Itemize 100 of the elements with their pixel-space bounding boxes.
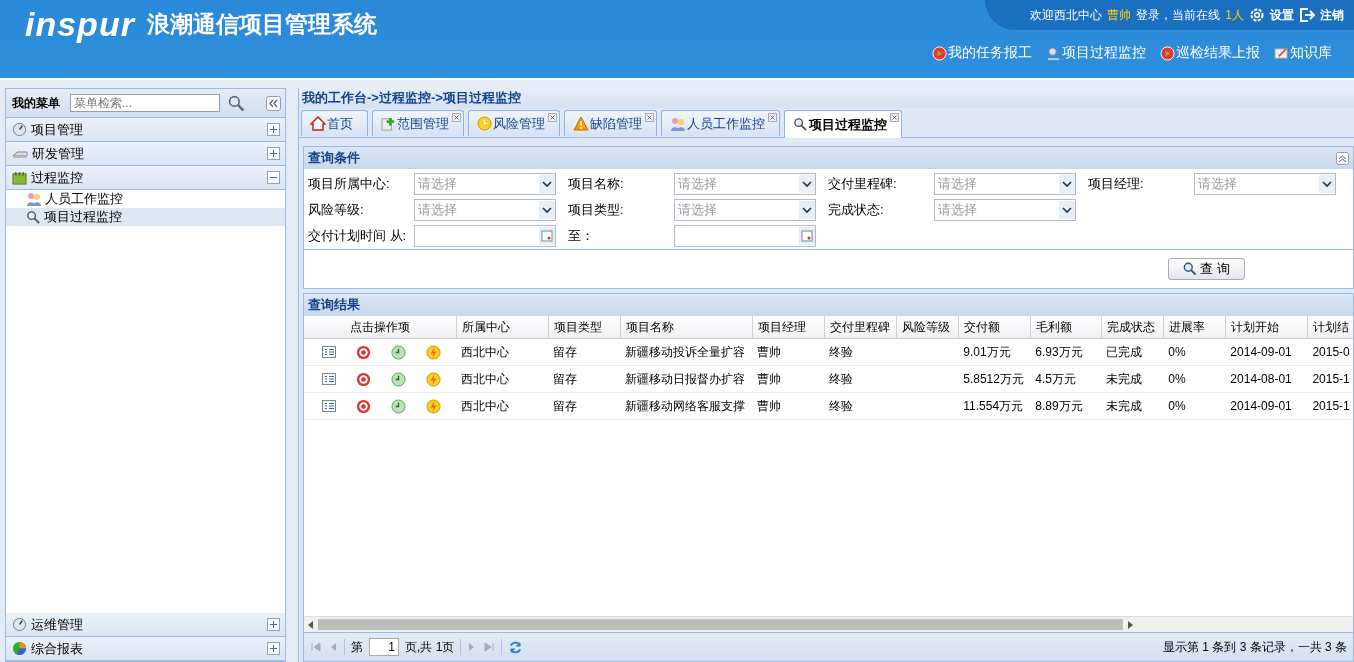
tab[interactable]: 项目过程监控	[784, 110, 902, 138]
close-icon[interactable]	[645, 113, 654, 122]
menu-group-header[interactable]: 过程监控	[6, 166, 285, 190]
clock-icon[interactable]	[391, 371, 406, 387]
table-cell: 曹帅	[757, 371, 782, 386]
table-cell: 终验	[829, 371, 854, 386]
minus-icon[interactable]	[267, 171, 280, 184]
column-header: 所属中心	[456, 316, 549, 339]
tab[interactable]: 人员工作监控	[661, 110, 780, 136]
field-label: 项目所属中心:	[308, 175, 391, 193]
target-icon[interactable]	[356, 371, 371, 387]
menu-item[interactable]: 人员工作监控	[6, 190, 285, 208]
collapse-icon[interactable]	[266, 95, 281, 111]
horizontal-scrollbar[interactable]	[304, 616, 1353, 632]
panel-title: 查询结果	[308, 296, 360, 314]
refresh-icon[interactable]	[508, 639, 524, 655]
list-icon[interactable]	[322, 373, 336, 385]
query-button[interactable]: 查 询	[1168, 258, 1245, 280]
column-header: 完成状态	[1101, 316, 1164, 339]
table-cell: 2014-09-01	[1230, 345, 1292, 359]
field-label: 项目名称:	[568, 175, 625, 193]
sidebar-title: 我的菜单	[12, 94, 60, 112]
menu-group-header[interactable]: 研发管理	[6, 142, 285, 166]
nav-link[interactable]: 巡检结果上报	[1160, 44, 1260, 62]
lightning-icon[interactable]	[426, 371, 441, 387]
lightning-icon[interactable]	[426, 344, 441, 360]
field-label: 项目经理:	[1088, 175, 1145, 193]
nav-link[interactable]: 知识库	[1274, 44, 1332, 62]
logout-icon[interactable]	[1299, 7, 1315, 23]
table-cell: 终验	[829, 344, 854, 359]
clock-icon	[477, 116, 492, 131]
clock-icon[interactable]	[391, 398, 406, 414]
gauge-icon	[12, 122, 27, 137]
list-icon[interactable]	[322, 400, 336, 412]
logout-link[interactable]: 注销	[1320, 6, 1344, 24]
table-cell: 新疆移动日报督办扩容	[625, 371, 746, 386]
date-field[interactable]	[414, 225, 556, 247]
tab[interactable]: 首页	[301, 110, 368, 136]
field-label: 风险等级:	[308, 201, 365, 219]
warning-icon	[573, 116, 589, 131]
table-cell: 西北中心	[461, 344, 510, 359]
settings-link[interactable]: 设置	[1270, 6, 1294, 24]
plus-icon	[381, 116, 396, 131]
menu-item[interactable]: 项目过程监控	[6, 208, 285, 226]
breadcrumb: 我的工作台->过程监控->项目过程监控	[299, 88, 1354, 108]
pie-chart-icon	[12, 641, 27, 656]
login-text: 登录，当前在线	[1136, 6, 1221, 24]
device-icon	[12, 148, 28, 159]
column-header: 计划结	[1307, 316, 1353, 339]
menu-group-header[interactable]: 综合报表	[6, 637, 285, 661]
close-icon[interactable]	[452, 113, 461, 122]
clock-icon[interactable]	[391, 344, 406, 360]
menu-group-header[interactable]: 运维管理	[6, 613, 285, 637]
table-cell: 2014-08-01	[1230, 372, 1292, 386]
date-field[interactable]	[674, 225, 816, 247]
collapse-icon[interactable]	[1336, 151, 1349, 165]
note-icon	[1274, 45, 1289, 61]
target-icon[interactable]	[356, 344, 371, 360]
tab[interactable]: 缺陷管理	[564, 110, 657, 136]
table-cell: 2015-0	[1312, 345, 1350, 359]
lightning-icon[interactable]	[426, 398, 441, 414]
column-header: 进展率	[1163, 316, 1226, 339]
table-cell: 4.5万元	[1035, 371, 1076, 386]
table-cell: 新疆移动投诉全量扩容	[625, 344, 746, 359]
tab[interactable]: 风险管理	[468, 110, 560, 136]
nav-link[interactable]: 项目过程监控	[1046, 44, 1146, 62]
table-cell: 终验	[829, 398, 854, 413]
table-cell: 11.554万元	[963, 398, 1024, 413]
search-icon[interactable]	[228, 94, 245, 112]
close-icon[interactable]	[548, 113, 557, 122]
page-number-field[interactable]: 1	[369, 638, 399, 656]
plus-icon[interactable]	[267, 147, 280, 160]
field-label: 交付里程碑:	[828, 175, 898, 193]
menu-group-header[interactable]: 项目管理	[6, 118, 285, 142]
table-cell: 未完成	[1106, 371, 1143, 386]
table-cell: 未完成	[1106, 398, 1143, 413]
table-cell: 9.01万元	[963, 344, 1011, 359]
menu-search-field[interactable]: 菜单检索...	[70, 94, 220, 112]
table-cell: 新疆移动网络客服支撑	[625, 398, 746, 413]
close-icon[interactable]	[890, 113, 899, 122]
column-header: 项目类型	[548, 316, 621, 339]
record-summary: 显示第 1 条到 3 条记录，一共 3 条	[1162, 638, 1347, 656]
tab[interactable]: 范围管理	[372, 110, 464, 136]
people-icon	[670, 115, 686, 132]
table-cell: 西北中心	[461, 398, 510, 413]
table-cell: 8.89万元	[1035, 398, 1083, 413]
nav-link[interactable]: 我的任务报工	[932, 44, 1032, 62]
plus-icon[interactable]	[267, 123, 280, 136]
target-icon[interactable]	[356, 398, 371, 414]
table-cell: 曹帅	[757, 398, 782, 413]
table-cell: 2015-1	[1312, 372, 1350, 386]
list-icon[interactable]	[322, 346, 336, 358]
close-icon[interactable]	[768, 113, 777, 122]
table-cell: 西北中心	[461, 371, 510, 386]
column-header: 交付额	[958, 316, 1031, 339]
field-label: 交付计划时间 从:	[308, 227, 408, 245]
plus-icon[interactable]	[267, 618, 280, 631]
plus-icon[interactable]	[267, 642, 280, 655]
people-icon	[26, 191, 42, 207]
settings-icon[interactable]	[1249, 7, 1265, 23]
